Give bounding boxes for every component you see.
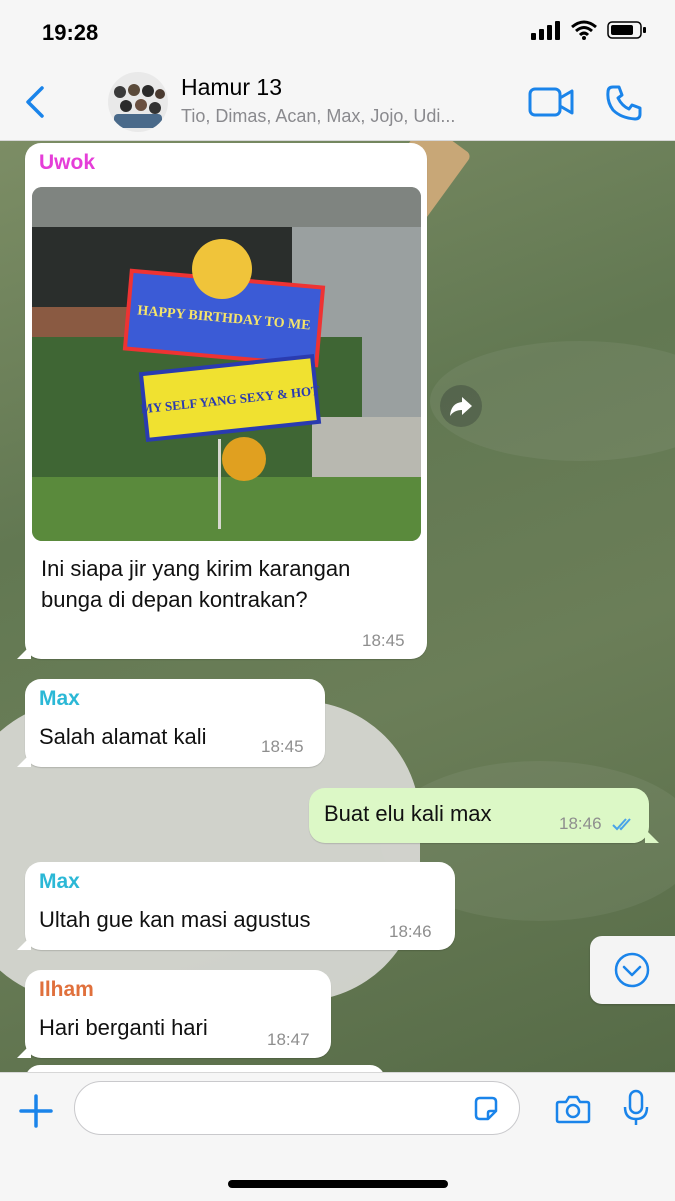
status-icons	[531, 20, 647, 40]
sticker-icon[interactable]	[471, 1094, 501, 1124]
message-photo[interactable]: HAPPY BIRTHDAY TO ME MY SELF YANG SEXY &…	[32, 187, 421, 541]
plus-icon[interactable]	[18, 1093, 54, 1129]
chat-area[interactable]: Uwok HAPPY BIRTHDAY TO ME MY SELF YANG S…	[0, 141, 675, 1072]
status-time: 19:28	[42, 20, 99, 45]
message-time: 18:47	[267, 1030, 310, 1049]
chat-header: Hamur 13 Tio, Dimas, Acan, Max, Jojo, Ud…	[0, 64, 675, 141]
sender-name: Uwok	[39, 151, 96, 174]
message-text: Buat elu kali max	[324, 801, 492, 826]
sender-name: Ilham	[39, 978, 94, 1001]
bubble-tail	[17, 645, 31, 659]
voice-call-icon[interactable]	[605, 84, 643, 122]
share-arrow-icon	[450, 397, 472, 416]
microphone-icon[interactable]	[622, 1089, 650, 1127]
battery-icon	[607, 21, 646, 39]
message-input[interactable]	[91, 1090, 475, 1128]
message-text: Salah alamat kali	[39, 724, 207, 749]
message-time: 18:45	[362, 631, 405, 650]
message-time: 18:46	[389, 922, 432, 941]
message-bubble[interactable]: Max Ultah gue kan masi agustus 18:46	[17, 862, 455, 950]
outgoing-message-bubble[interactable]: Buat elu kali max 18:46	[309, 788, 659, 843]
sender-name: Max	[39, 870, 80, 893]
message-text: Ultah gue kan masi agustus	[39, 907, 311, 932]
scroll-to-bottom-button[interactable]	[590, 936, 675, 1004]
message-bubble[interactable]: Ilham Hari berganti hari 18:47	[17, 970, 331, 1058]
wifi-icon	[571, 20, 597, 40]
home-indicator	[228, 1180, 448, 1188]
group-members[interactable]: Tio, Dimas, Acan, Max, Jojo, Udi...	[181, 106, 511, 127]
message-bubble[interactable]: Uwok HAPPY BIRTHDAY TO ME MY SELF YANG S…	[17, 143, 427, 659]
input-bar	[0, 1072, 675, 1201]
back-chevron-icon[interactable]	[20, 82, 50, 122]
message-time: 18:46	[559, 814, 602, 833]
bubble-tail	[645, 829, 659, 843]
video-call-icon[interactable]	[528, 86, 574, 118]
message-bubble[interactable]	[25, 1065, 385, 1072]
status-bar: 19:28	[0, 0, 675, 64]
sender-name: Max	[39, 687, 80, 710]
message-time: 18:45	[261, 737, 304, 756]
message-text: bunga di depan kontrakan?	[41, 587, 308, 612]
camera-icon[interactable]	[555, 1093, 591, 1125]
group-avatar[interactable]	[108, 72, 168, 132]
bubble-tail	[17, 753, 31, 767]
forward-button[interactable]	[440, 385, 482, 427]
message-bubble[interactable]: Max Salah alamat kali 18:45	[17, 679, 325, 767]
double-check-icon	[612, 818, 631, 831]
group-name[interactable]: Hamur 13	[181, 74, 282, 101]
bubble-tail	[17, 1044, 31, 1058]
message-text: Ini siapa jir yang kirim karangan	[41, 556, 351, 581]
message-text: Hari berganti hari	[39, 1015, 208, 1040]
message-input-field[interactable]	[74, 1081, 520, 1135]
chevron-down-circle-icon	[614, 952, 650, 988]
bubble-tail	[17, 936, 31, 950]
signal-icon	[531, 21, 560, 40]
